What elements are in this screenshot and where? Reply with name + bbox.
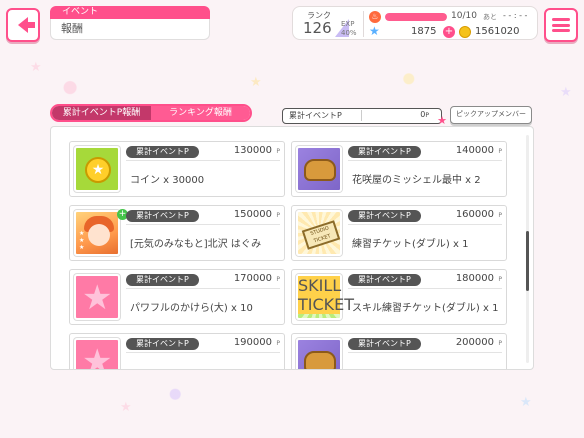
gem-count: 1875 xyxy=(411,26,437,37)
buy-gems-button[interactable]: + xyxy=(443,26,455,38)
reward-item[interactable]: STUDIO TICKET 累計イベントP 160000 P 練習チケット(ダブ… xyxy=(291,205,507,261)
back-arrow-icon xyxy=(18,17,35,33)
background-star-icon: ★ xyxy=(30,60,42,75)
reward-name: 練習チケット(ダブル) x 1 xyxy=(352,239,469,250)
divider xyxy=(348,160,502,161)
divider xyxy=(348,352,502,353)
background-star-icon: ★ xyxy=(120,400,132,415)
page-title: 報酬 xyxy=(50,19,210,40)
reward-list[interactable]: ★ 累計イベントP 130000 P コイン x 30000 累計イベントP 1… xyxy=(50,126,534,370)
scrollbar-thumb[interactable] xyxy=(526,231,529,291)
category-badge: 累計イベントP xyxy=(348,338,421,350)
coin-icon: ★ xyxy=(74,146,120,192)
reward-name: コイン x 30000 xyxy=(130,175,205,186)
required-points: 180000 xyxy=(455,273,494,284)
reward-tabs: 累計イベントP報酬 ランキング報酬 xyxy=(50,104,252,122)
star-shard-icon: ★ xyxy=(74,338,120,369)
flame-icon: ♨ xyxy=(369,11,381,23)
studio-ticket-icon: STUDIO TICKET xyxy=(296,210,342,256)
category-badge: 累計イベントP xyxy=(126,274,199,286)
category-badge: 累計イベントP xyxy=(126,338,199,350)
points-unit: P xyxy=(276,340,280,347)
live-boost-count: 10/10 xyxy=(451,11,477,21)
points-unit: P xyxy=(498,148,502,155)
live-boost-fill xyxy=(385,13,447,21)
divider xyxy=(126,224,280,225)
background-star-icon: ★ xyxy=(250,75,262,90)
required-points: 140000 xyxy=(455,145,494,156)
back-button[interactable] xyxy=(6,8,40,42)
divider xyxy=(348,224,502,225)
star-shard-icon: ★ xyxy=(74,274,120,320)
bread-icon xyxy=(296,338,342,369)
live-boost-suffix: あと xyxy=(483,13,497,21)
reward-item[interactable]: 累計イベントP 200000 P xyxy=(291,333,507,369)
coin-count: 1561020 xyxy=(475,26,520,37)
required-points: 170000 xyxy=(233,273,272,284)
exp-percent: 40% xyxy=(341,29,357,37)
reward-item[interactable]: ★ 累計イベントP 170000 P パワフルのかけら(大) x 10 xyxy=(69,269,285,325)
points-unit: P xyxy=(498,212,502,219)
points-unit: P xyxy=(276,212,280,219)
coin-icon xyxy=(459,26,471,38)
reward-name: スキル練習チケット(ダブル) x 1 xyxy=(352,303,499,314)
rank-value: 126 xyxy=(303,19,332,37)
reward-name: パワフルのかけら(大) x 10 xyxy=(130,303,253,314)
required-points: 130000 xyxy=(233,145,272,156)
divider xyxy=(348,288,502,289)
reward-item[interactable]: ★ 累計イベントP 130000 P コイン x 30000 xyxy=(69,141,285,197)
required-points: 150000 xyxy=(233,209,272,220)
category-badge: 累計イベントP xyxy=(126,210,199,222)
divider xyxy=(363,11,364,37)
divider xyxy=(126,160,280,161)
reward-name: 花咲屋のミッシェル最中 x 2 xyxy=(352,175,481,186)
points-unit: P xyxy=(276,148,280,155)
current-points-box: 累計イベントP 0P ★ xyxy=(282,108,447,127)
required-points: 190000 xyxy=(233,337,272,348)
tab-cumulative-points[interactable]: 累計イベントP報酬 xyxy=(52,106,151,120)
category-badge: 累計イベントP xyxy=(348,146,421,158)
reward-item[interactable]: ★ 累計イベントP 190000 P xyxy=(69,333,285,369)
pickup-members-button[interactable]: ピックアップメンバー xyxy=(450,106,532,124)
reward-name: [元気のみなもと]北沢 はぐみ xyxy=(130,239,262,250)
background-star-icon: ★ xyxy=(560,85,572,100)
player-status-panel: ランク 126 EXP 40% ♨ 10/10 あと - - : - - ★ 1… xyxy=(292,6,538,40)
points-unit: P xyxy=(276,276,280,283)
required-points: 160000 xyxy=(455,209,494,220)
points-value: 0P xyxy=(420,110,429,119)
reward-item[interactable]: 累計イベントP 140000 P 花咲屋のミッシェル最中 x 2 xyxy=(291,141,507,197)
divider xyxy=(126,288,280,289)
live-boost-timer: - - : - - xyxy=(503,11,528,20)
points-label: 累計イベントP xyxy=(289,111,342,120)
required-points: 200000 xyxy=(455,337,494,348)
page-category: イベント xyxy=(50,6,210,19)
skill-ticket-icon: SKILL TICKET xyxy=(296,274,354,320)
star-gem-icon: ★ xyxy=(369,24,380,38)
menu-button[interactable] xyxy=(544,8,578,42)
reward-item[interactable]: SKILL TICKET 累計イベントP 180000 P スキル練習チケット(… xyxy=(291,269,507,325)
character-card-icon: ★ ★ ★ + xyxy=(74,209,128,256)
page-title-box: イベント 報酬 xyxy=(50,6,210,40)
bread-icon xyxy=(296,146,342,192)
live-boost-bar xyxy=(385,13,447,21)
category-badge: 累計イベントP xyxy=(126,146,199,158)
points-unit: P xyxy=(498,340,502,347)
exp-label: EXP xyxy=(341,20,355,28)
reward-item[interactable]: ★ ★ ★ + 累計イベントP 150000 P [元気のみなもと]北沢 はぐみ xyxy=(69,205,285,261)
tab-ranking[interactable]: ランキング報酬 xyxy=(151,106,250,120)
divider xyxy=(126,352,280,353)
category-badge: 累計イベントP xyxy=(348,274,421,286)
divider xyxy=(361,110,362,121)
background-star-icon: ★ xyxy=(520,395,532,410)
category-badge: 累計イベントP xyxy=(348,210,421,222)
points-unit: P xyxy=(498,276,502,283)
menu-icon xyxy=(552,18,570,32)
